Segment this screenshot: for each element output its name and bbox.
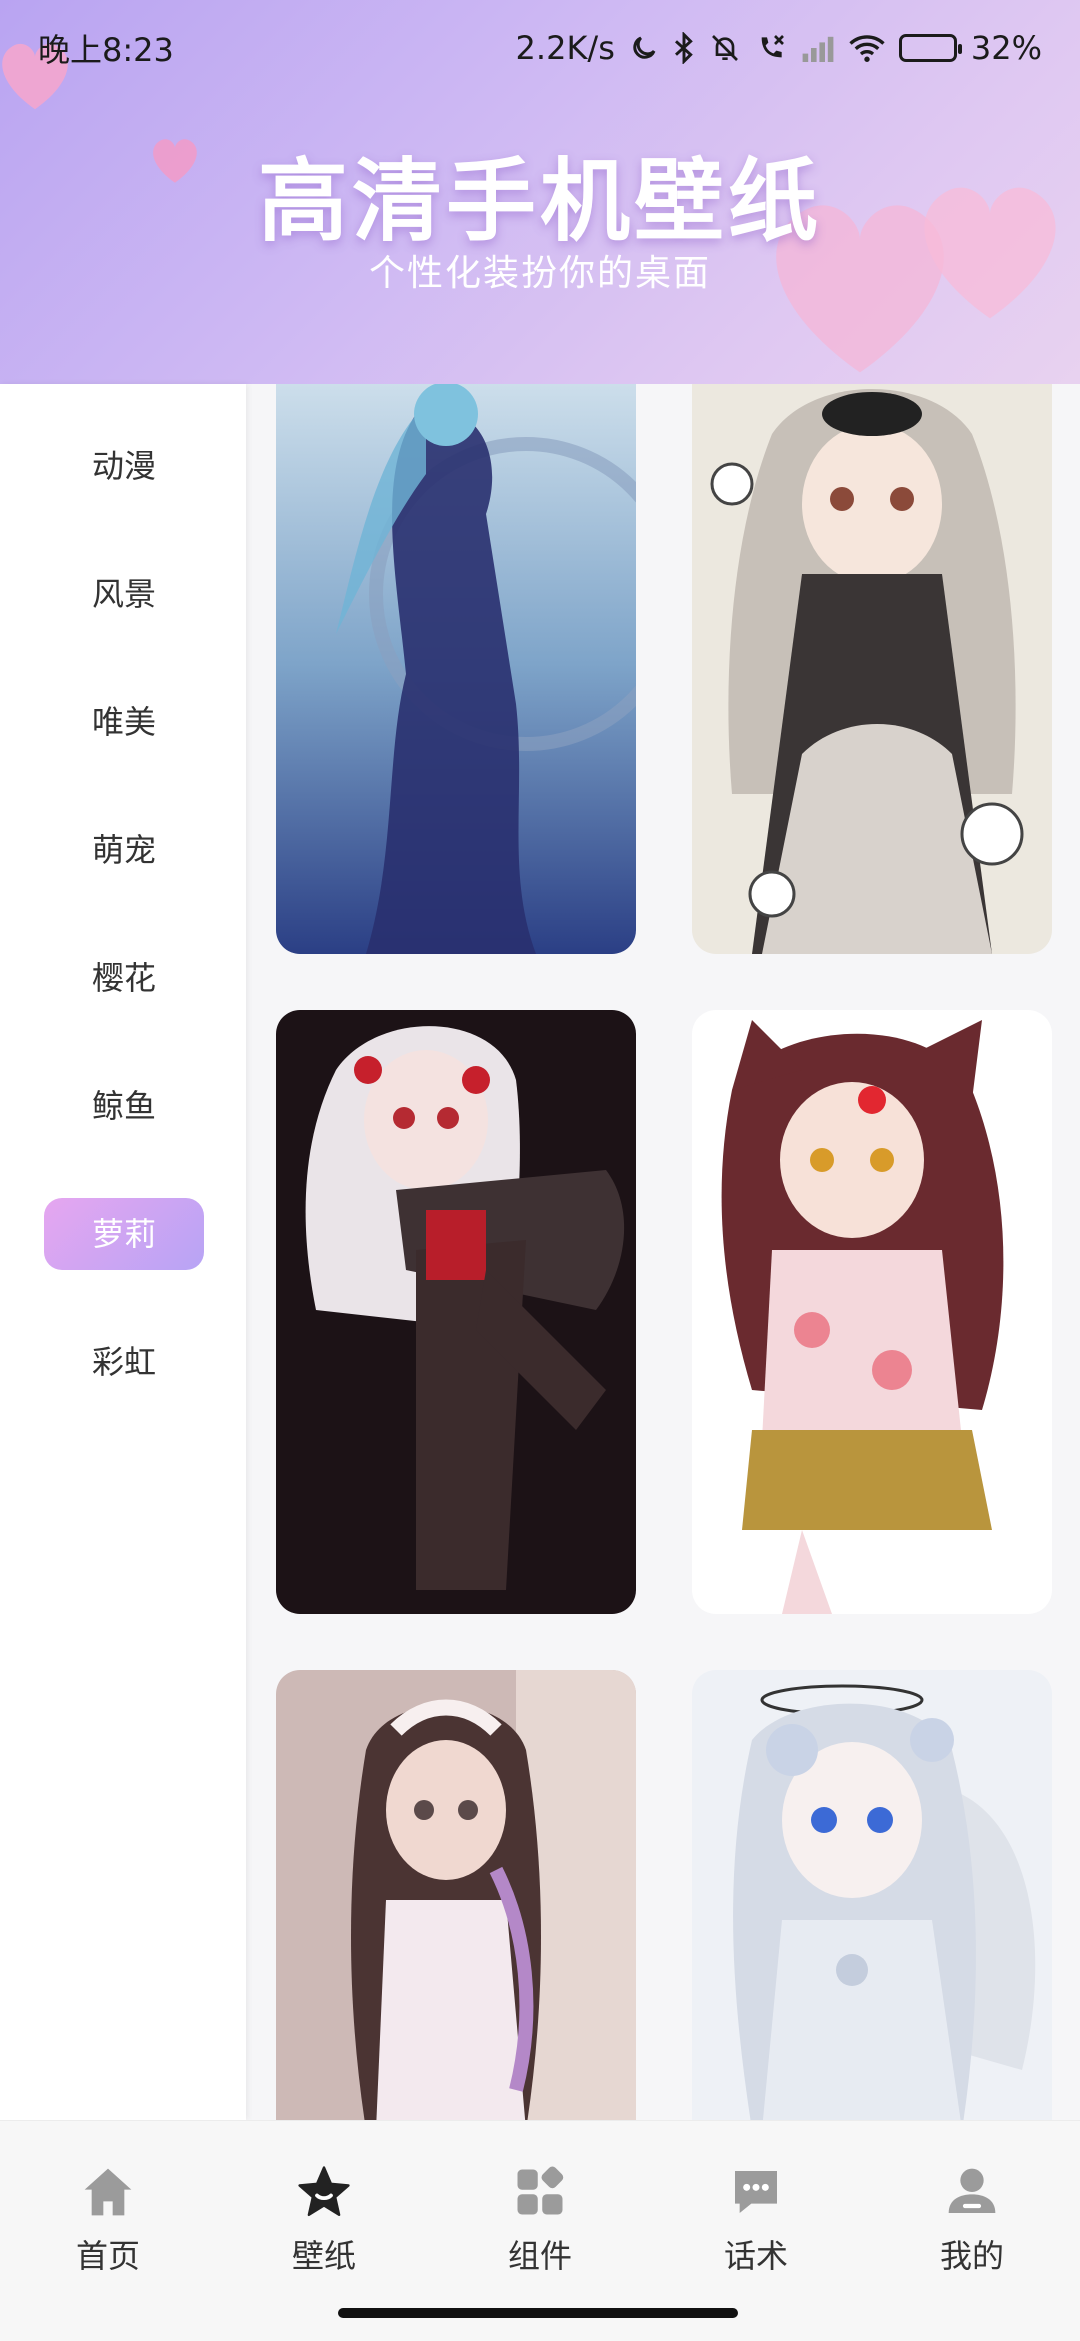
wallpaper-card[interactable] — [692, 384, 1052, 954]
nav-wallpaper-label: 壁纸 — [291, 2237, 356, 2275]
category-item-anime[interactable]: 动漫 — [44, 430, 204, 502]
call-icon — [755, 32, 787, 64]
nav-profile-label: 我的 — [939, 2237, 1004, 2275]
home-icon — [28, 2163, 188, 2221]
battery-percent: 32% — [970, 29, 1042, 67]
status-icons: 2.2K/s 32% — [516, 29, 1042, 67]
header-banner: 晚上8:23 2.2K/s 32% 高清手机壁纸 个性化装扮你的桌面 — [0, 0, 1080, 384]
profile-icon — [892, 2163, 1052, 2221]
nav-chat-label: 话术 — [723, 2237, 788, 2275]
home-indicator[interactable] — [338, 2308, 738, 2318]
wallpaper-grid — [246, 384, 1080, 2120]
moon-icon — [629, 33, 659, 63]
category-item-loli[interactable]: 萝莉 — [44, 1198, 204, 1270]
nav-widgets[interactable]: 组件 — [460, 2163, 620, 2277]
wallpaper-card[interactable] — [276, 1670, 636, 2120]
category-item-scenery[interactable]: 风景 — [44, 558, 204, 630]
network-speed: 2.2K/s — [515, 29, 615, 67]
nav-profile[interactable]: 我的 — [892, 2163, 1052, 2277]
page-subtitle: 个性化装扮你的桌面 — [368, 253, 711, 294]
category-sidebar: 动漫 风景 唯美 萌宠 樱花 鲸鱼 萝莉 彩虹 — [0, 384, 246, 2120]
nav-chat[interactable]: 话术 — [676, 2163, 836, 2277]
category-item-whale[interactable]: 鲸鱼 — [44, 1070, 204, 1142]
nav-widgets-label: 组件 — [507, 2237, 572, 2275]
nav-home[interactable]: 首页 — [28, 2163, 188, 2277]
wallpaper-card[interactable] — [276, 384, 636, 954]
signal-icon — [801, 34, 835, 62]
category-item-aesthetic[interactable]: 唯美 — [44, 686, 204, 758]
nav-wallpaper[interactable]: 壁纸 — [244, 2163, 404, 2277]
wallpaper-card[interactable] — [692, 1010, 1052, 1614]
category-item-pets[interactable]: 萌宠 — [44, 814, 204, 886]
mute-icon — [709, 32, 741, 64]
chat-icon — [676, 2163, 836, 2221]
category-item-sakura[interactable]: 樱花 — [44, 942, 204, 1014]
battery-icon — [898, 34, 962, 62]
widgets-icon — [460, 2163, 620, 2221]
nav-home-label: 首页 — [75, 2237, 140, 2275]
wallpaper-card[interactable] — [692, 1670, 1052, 2120]
star-icon — [244, 2163, 404, 2221]
wifi-icon — [849, 33, 885, 63]
wallpaper-card[interactable] — [276, 1010, 636, 1614]
category-item-rainbow[interactable]: 彩虹 — [44, 1326, 204, 1398]
status-time: 晚上8:23 — [38, 31, 174, 69]
bluetooth-icon — [673, 32, 695, 64]
status-bar: 晚上8:23 2.2K/s 32% — [0, 0, 1080, 96]
page-title: 高清手机壁纸 — [258, 149, 822, 254]
